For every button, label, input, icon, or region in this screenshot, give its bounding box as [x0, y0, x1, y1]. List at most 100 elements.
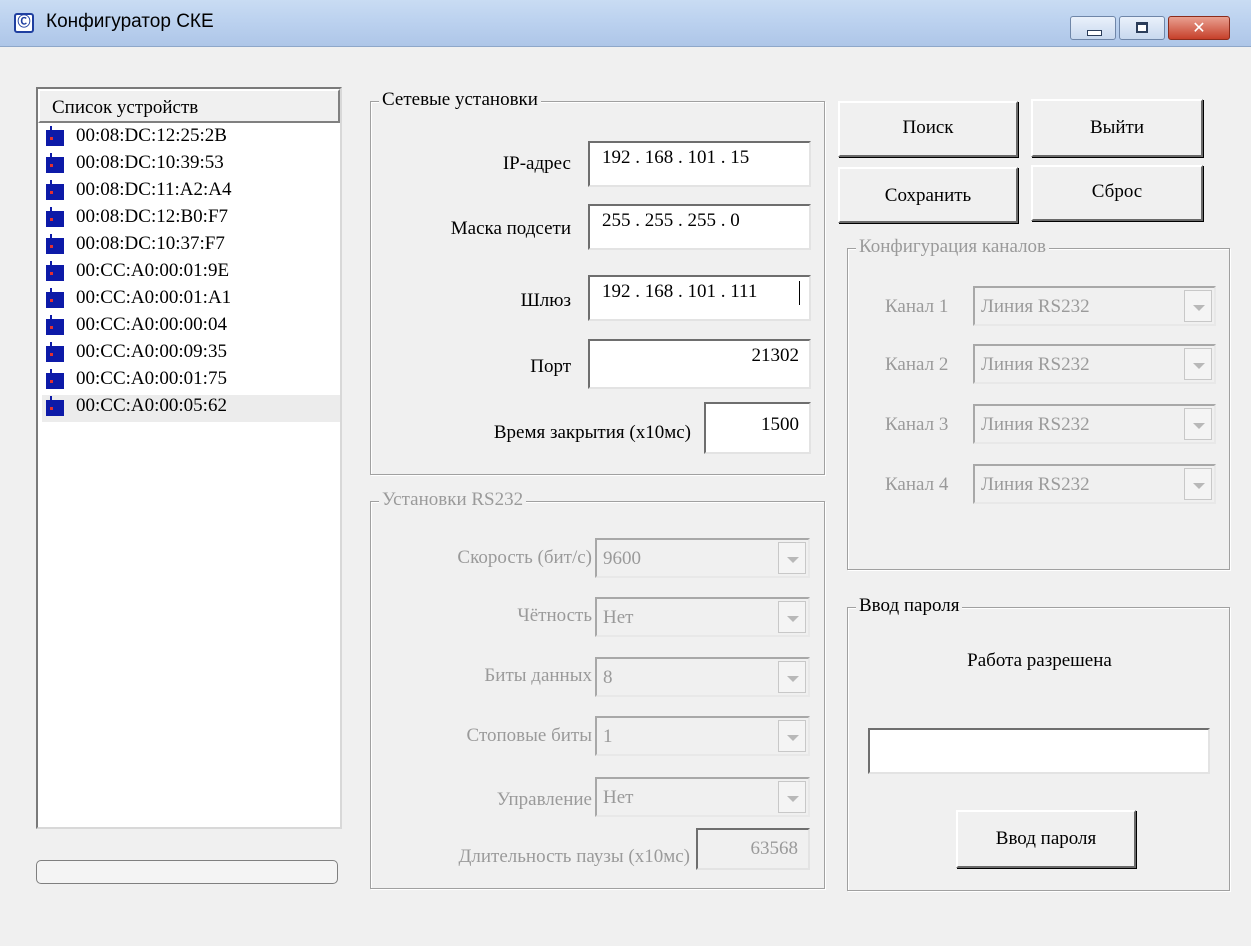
- rs232-settings-group: Установки RS232 Скорость (бит/с) 9600 Чё…: [370, 489, 825, 889]
- access-status-text: Работа разрешена: [967, 650, 1112, 671]
- password-group: Ввод пароля Работа разрешена Ввод пароля: [847, 595, 1230, 891]
- device-mac-label: 00:CC:A0:00:01:75: [76, 368, 227, 389]
- minimize-icon: [1087, 30, 1102, 36]
- device-mac-label: 00:CC:A0:00:09:35: [76, 341, 227, 362]
- subnet-mask-value: 255 . 255 . 255 . 0: [602, 210, 740, 231]
- device-mac-label: 00:CC:A0:00:05:62: [76, 395, 227, 416]
- chevron-down-icon[interactable]: [1184, 468, 1212, 500]
- stop-bits-value: 1: [603, 726, 613, 747]
- device-list-item-selected[interactable]: 00:CC:A0:00:05:62: [42, 395, 340, 422]
- parity-label: Чётность: [517, 605, 592, 626]
- channel-2-value: Линия RS232: [981, 354, 1090, 375]
- network-device-icon: [46, 153, 64, 173]
- device-list-item[interactable]: 00:CC:A0:00:01:9E: [42, 260, 340, 287]
- channel-3-select[interactable]: Линия RS232: [973, 404, 1216, 444]
- device-list-item[interactable]: 00:08:DC:10:37:F7: [42, 233, 340, 260]
- channel-2-label: Канал 2: [885, 354, 949, 375]
- parity-value: Нет: [603, 607, 634, 628]
- password-legend: Ввод пароля: [856, 595, 963, 617]
- network-device-icon: [46, 126, 64, 146]
- network-settings-legend: Сетевые установки: [379, 89, 541, 111]
- search-progress-bar: [36, 860, 338, 884]
- title-bar[interactable]: Ⓒ Конфигуратор СКЕ ✕: [0, 0, 1251, 47]
- text-cursor: [799, 281, 800, 305]
- enter-password-button[interactable]: Ввод пароля: [956, 810, 1136, 868]
- flow-control-value: Нет: [603, 787, 634, 808]
- network-device-icon: [46, 288, 64, 308]
- network-device-icon: [46, 261, 64, 281]
- baud-rate-select[interactable]: 9600: [595, 538, 810, 578]
- device-list-header[interactable]: Список устройств: [38, 89, 340, 123]
- flow-control-select[interactable]: Нет: [595, 777, 810, 817]
- gateway-field[interactable]: 192 . 168 . 101 . 111: [588, 275, 811, 321]
- chevron-down-icon[interactable]: [1184, 290, 1212, 322]
- device-mac-label: 00:CC:A0:00:01:9E: [76, 260, 230, 281]
- device-list-item[interactable]: 00:CC:A0:00:01:75: [42, 368, 340, 395]
- device-list-item[interactable]: 00:08:DC:11:A2:A4: [42, 179, 340, 206]
- pause-duration-label: Длительность паузы (x10мс): [458, 846, 690, 867]
- reset-button[interactable]: Сброс: [1031, 165, 1203, 221]
- network-device-icon: [46, 234, 64, 254]
- search-button[interactable]: Поиск: [838, 101, 1018, 157]
- device-mac-label: 00:08:DC:12:B0:F7: [76, 206, 229, 227]
- password-input[interactable]: [868, 728, 1210, 774]
- port-field[interactable]: 21302: [588, 339, 811, 389]
- ip-address-value: 192 . 168 . 101 . 15: [602, 147, 750, 168]
- channel-1-select[interactable]: Линия RS232: [973, 286, 1216, 326]
- close-button[interactable]: ✕: [1168, 16, 1230, 40]
- channel-1-label: Канал 1: [885, 296, 949, 317]
- gateway-value: 192 . 168 . 101 . 111: [602, 281, 758, 302]
- channel-config-legend: Конфигурация каналов: [856, 236, 1050, 258]
- window-title: Конфигуратор СКЕ: [46, 11, 214, 32]
- chevron-down-icon[interactable]: [778, 720, 806, 752]
- device-list-item[interactable]: 00:CC:A0:00:01:A1: [42, 287, 340, 314]
- device-list[interactable]: Список устройств 00:08:DC:12:25:2B 00:08…: [36, 87, 342, 829]
- network-settings-group: Сетевые установки IP-адрес 192 . 168 . 1…: [370, 89, 825, 475]
- device-mac-label: 00:CC:A0:00:00:04: [76, 314, 227, 335]
- app-logo-icon[interactable]: Ⓒ: [14, 13, 34, 33]
- device-list-item[interactable]: 00:08:DC:12:25:2B: [42, 125, 340, 152]
- network-device-icon: [46, 315, 64, 335]
- minimize-button[interactable]: [1070, 16, 1116, 40]
- channel-1-value: Линия RS232: [981, 296, 1090, 317]
- channel-2-select[interactable]: Линия RS232: [973, 344, 1216, 384]
- maximize-icon: [1136, 22, 1148, 33]
- pause-duration-value: 63568: [750, 838, 799, 859]
- stop-bits-label: Стоповые биты: [466, 725, 592, 746]
- chevron-down-icon[interactable]: [1184, 408, 1212, 440]
- device-mac-label: 00:CC:A0:00:01:A1: [76, 287, 232, 308]
- device-mac-label: 00:08:DC:12:25:2B: [76, 125, 227, 146]
- channel-4-label: Канал 4: [885, 474, 949, 495]
- channel-3-value: Линия RS232: [981, 414, 1090, 435]
- chevron-down-icon[interactable]: [778, 781, 806, 813]
- ip-address-field[interactable]: 192 . 168 . 101 . 15: [588, 141, 811, 187]
- maximize-button[interactable]: [1119, 16, 1165, 40]
- parity-select[interactable]: Нет: [595, 597, 810, 637]
- port-value: 21302: [751, 345, 800, 366]
- chevron-down-icon[interactable]: [778, 661, 806, 693]
- exit-button[interactable]: Выйти: [1031, 99, 1203, 157]
- chevron-down-icon[interactable]: [778, 601, 806, 633]
- close-timeout-field[interactable]: 1500: [704, 402, 811, 454]
- rs232-settings-legend: Установки RS232: [379, 489, 527, 511]
- device-list-item[interactable]: 00:08:DC:12:B0:F7: [42, 206, 340, 233]
- device-list-item[interactable]: 00:CC:A0:00:09:35: [42, 341, 340, 368]
- stop-bits-select[interactable]: 1: [595, 716, 810, 756]
- channel-config-group: Конфигурация каналов Канал 1 Линия RS232…: [847, 236, 1230, 570]
- save-button[interactable]: Сохранить: [838, 167, 1018, 223]
- device-list-item[interactable]: 00:08:DC:10:39:53: [42, 152, 340, 179]
- device-list-item[interactable]: 00:CC:A0:00:00:04: [42, 314, 340, 341]
- channel-3-label: Канал 3: [885, 414, 949, 435]
- chevron-down-icon[interactable]: [778, 542, 806, 574]
- subnet-mask-field[interactable]: 255 . 255 . 255 . 0: [588, 204, 811, 250]
- baud-rate-value: 9600: [603, 548, 641, 569]
- gateway-label: Шлюз: [520, 290, 571, 311]
- channel-4-select[interactable]: Линия RS232: [973, 464, 1216, 504]
- network-device-icon: [46, 396, 64, 416]
- pause-duration-field[interactable]: 63568: [696, 828, 810, 870]
- data-bits-select[interactable]: 8: [595, 657, 810, 697]
- close-timeout-label: Время закрытия (x10мс): [493, 422, 691, 443]
- network-device-icon: [46, 342, 64, 362]
- chevron-down-icon[interactable]: [1184, 348, 1212, 380]
- network-device-icon: [46, 180, 64, 200]
